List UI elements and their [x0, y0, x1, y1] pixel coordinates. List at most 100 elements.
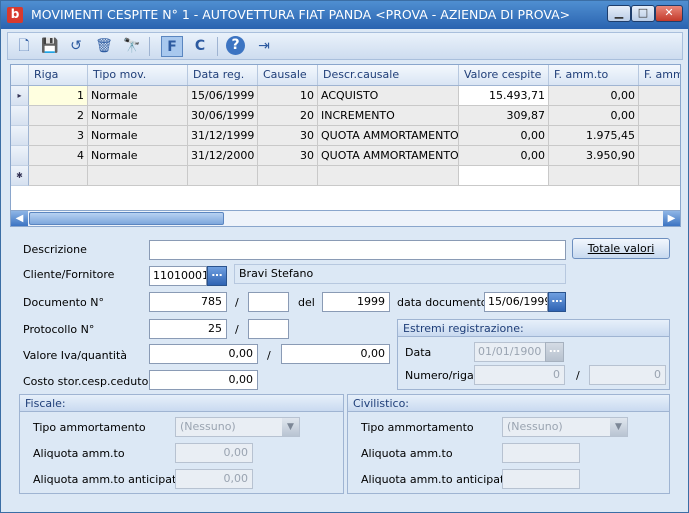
cell-causale[interactable] — [258, 166, 318, 186]
table-row[interactable]: 3 Normale 31/12/1999 30 QUOTA AMMORTAMEN… — [11, 126, 680, 146]
cell-data-reg[interactable]: 31/12/2000 — [188, 146, 258, 166]
civilistico-group: Civilistico: Tipo ammortamento (Nessuno)… — [347, 394, 670, 494]
scroll-right-icon[interactable]: ▶ — [663, 211, 680, 226]
column-header-data-reg[interactable]: Data reg. — [188, 65, 258, 85]
valore-iva-input[interactable]: 0,00 — [149, 344, 258, 364]
maximize-button[interactable]: □ — [631, 5, 655, 22]
descrizione-input[interactable] — [149, 240, 566, 260]
costo-storico-label: Costo stor.cesp.ceduto — [23, 375, 149, 388]
table-row[interactable]: 2 Normale 30/06/1999 20 INCREMENTO 309,8… — [11, 106, 680, 126]
cell-tipo-mov[interactable]: Normale — [88, 106, 188, 126]
cell-valore-cespite[interactable]: 0,00 — [459, 126, 549, 146]
column-header-f-amm-to[interactable]: F. amm.to — [549, 65, 639, 85]
calendar-button[interactable]: … — [548, 292, 566, 312]
table-row[interactable]: ▸ 1 Normale 15/06/1999 10 ACQUISTO 15.49… — [11, 86, 680, 106]
fiscale-tipo-value: (Nessuno) — [180, 420, 236, 433]
cell-f-amm-2[interactable] — [639, 106, 680, 126]
cell-riga[interactable]: 3 — [29, 126, 88, 146]
cell-riga[interactable]: 1 — [29, 86, 88, 106]
cell-causale[interactable]: 10 — [258, 86, 318, 106]
cell-riga[interactable]: 4 — [29, 146, 88, 166]
filter-f-icon[interactable]: F — [161, 36, 183, 57]
cell-f-amm-2[interactable] — [639, 126, 680, 146]
grid-header: Riga Tipo mov. Data reg. Causale Descr.c… — [11, 65, 680, 86]
cell-valore-cespite[interactable]: 15.493,71 — [459, 86, 549, 106]
column-header-riga[interactable]: Riga — [29, 65, 88, 85]
column-header-valore-cespite[interactable]: Valore cespite — [459, 65, 549, 85]
filter-c-icon[interactable]: C — [189, 36, 211, 57]
cell-causale[interactable]: 30 — [258, 126, 318, 146]
cell-descr-causale[interactable]: QUOTA AMMORTAMENTO — [318, 126, 459, 146]
cell-data-reg[interactable]: 15/06/1999 — [188, 86, 258, 106]
cell-causale[interactable]: 30 — [258, 146, 318, 166]
help-icon[interactable]: ? — [226, 36, 245, 55]
title-bar[interactable]: b MOVIMENTI CESPITE N° 1 - AUTOVETTURA F… — [1, 1, 688, 29]
movements-grid[interactable]: Riga Tipo mov. Data reg. Causale Descr.c… — [10, 64, 681, 227]
binoculars-icon[interactable]: 🔭 — [121, 36, 143, 57]
cell-f-amm-2[interactable] — [639, 166, 680, 186]
cell-data-reg[interactable]: 31/12/1999 — [188, 126, 258, 146]
cell-tipo-mov[interactable]: Normale — [88, 126, 188, 146]
costo-storico-input[interactable]: 0,00 — [149, 370, 258, 390]
column-header-tipo-mov[interactable]: Tipo mov. — [88, 65, 188, 85]
numero-input: 0 — [474, 365, 565, 385]
cell-descr-causale[interactable] — [318, 166, 459, 186]
cell-f-amm-to[interactable]: 3.950,90 — [549, 146, 639, 166]
cliente-code-input[interactable]: 11010001 — [149, 266, 207, 286]
cliente-lookup-button[interactable]: … — [207, 266, 227, 286]
cell-tipo-mov[interactable]: Normale — [88, 86, 188, 106]
table-row[interactable]: 4 Normale 31/12/2000 30 QUOTA AMMORTAMEN… — [11, 146, 680, 166]
cell-valore-cespite[interactable] — [459, 166, 549, 186]
totale-valori-button[interactable]: Totale valori — [572, 238, 670, 259]
fiscale-anticipato-input: 0,00 — [175, 469, 253, 489]
cell-f-amm-2[interactable] — [639, 146, 680, 166]
column-header-causale[interactable]: Causale — [258, 65, 318, 85]
cell-f-amm-2[interactable] — [639, 86, 680, 106]
close-button[interactable]: ✕ — [655, 5, 683, 22]
fiscale-anticipato-label: Aliquota amm.to anticipato — [33, 473, 184, 486]
new-document-icon[interactable]: 🗋 — [13, 36, 35, 57]
documento-number-input[interactable]: 785 — [149, 292, 227, 312]
civilistico-group-title: Civilistico: — [348, 395, 669, 412]
cell-f-amm-to[interactable]: 0,00 — [549, 86, 639, 106]
civilistico-aliquota-input — [502, 443, 580, 463]
column-header-f-amm-2[interactable]: F. amm... — [639, 65, 680, 85]
cell-descr-causale[interactable]: ACQUISTO — [318, 86, 459, 106]
cell-descr-causale[interactable]: QUOTA AMMORTAMENTO — [318, 146, 459, 166]
chevron-down-icon: ▼ — [610, 418, 627, 436]
civilistico-tipo-value: (Nessuno) — [507, 420, 563, 433]
save-icon[interactable]: 💾 — [39, 36, 61, 57]
documento-suffix-input[interactable] — [248, 292, 289, 312]
grid-header-corner — [11, 65, 29, 85]
riga-input: 0 — [589, 365, 666, 385]
column-header-descr-causale[interactable]: Descr.causale — [318, 65, 459, 85]
cell-valore-cespite[interactable]: 309,87 — [459, 106, 549, 126]
protocollo-number-input[interactable]: 25 — [149, 319, 227, 339]
cell-descr-causale[interactable]: INCREMENTO — [318, 106, 459, 126]
cell-riga[interactable]: 2 — [29, 106, 88, 126]
horizontal-scrollbar[interactable]: ◀ ▶ — [10, 210, 681, 227]
cell-tipo-mov[interactable]: Normale — [88, 146, 188, 166]
scroll-left-icon[interactable]: ◀ — [11, 211, 28, 226]
quantita-input[interactable]: 0,00 — [281, 344, 390, 364]
cell-riga[interactable] — [29, 166, 88, 186]
cell-f-amm-to[interactable]: 1.975,45 — [549, 126, 639, 146]
cell-data-reg[interactable] — [188, 166, 258, 186]
cell-data-reg[interactable]: 30/06/1999 — [188, 106, 258, 126]
toolbar-separator — [149, 37, 150, 56]
cell-valore-cespite[interactable]: 0,00 — [459, 146, 549, 166]
scrollbar-thumb[interactable] — [29, 212, 224, 225]
delete-icon[interactable]: 🗑 — [93, 36, 115, 57]
exit-door-icon[interactable]: ⇥ — [253, 36, 275, 57]
documento-year-input[interactable]: 1999 — [322, 292, 390, 312]
data-documento-input[interactable]: 15/06/1999 — [484, 292, 548, 312]
cell-f-amm-to[interactable] — [549, 166, 639, 186]
undo-icon[interactable]: ↺ — [65, 36, 87, 57]
minimize-button[interactable]: ▁ — [607, 5, 631, 22]
protocollo-label: Protocollo N° — [23, 323, 95, 336]
protocollo-suffix-input[interactable] — [248, 319, 289, 339]
cell-tipo-mov[interactable] — [88, 166, 188, 186]
cell-causale[interactable]: 20 — [258, 106, 318, 126]
new-row[interactable]: ✱ — [11, 166, 680, 186]
cell-f-amm-to[interactable]: 0,00 — [549, 106, 639, 126]
